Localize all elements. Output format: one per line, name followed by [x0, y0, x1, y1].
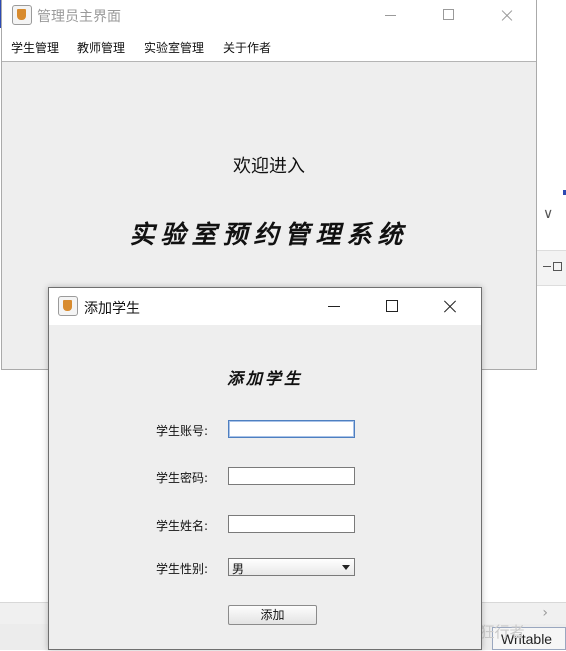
menu-about-author[interactable]: 关于作者 — [223, 39, 271, 56]
student-account-input[interactable] — [228, 420, 355, 438]
menu-teacher-management[interactable]: 教师管理 — [77, 39, 125, 56]
ide-background-panel: ∨ — [537, 0, 566, 650]
maximize-icon[interactable] — [363, 288, 421, 325]
add-student-button[interactable]: 添加 — [228, 605, 317, 625]
welcome-text: 欢迎进入 — [233, 156, 305, 177]
gender-selected-value: 男 — [232, 562, 245, 576]
close-icon[interactable] — [484, 0, 530, 31]
add-student-dialog: 添加学生 添加学生 学生账号: 学生密码: 学生姓名: 学生性别: 男 添加 — [48, 287, 482, 650]
dropdown-arrow-icon[interactable] — [342, 565, 350, 570]
student-name-input[interactable] — [228, 515, 355, 533]
minimize-view-icon[interactable] — [543, 266, 551, 267]
account-label: 学生账号: — [156, 424, 209, 438]
student-password-input[interactable] — [228, 467, 355, 485]
gender-label: 学生性别: — [156, 562, 209, 576]
gender-select[interactable]: 男 — [228, 558, 355, 576]
minimize-icon[interactable] — [305, 288, 363, 325]
menu-lab-management[interactable]: 实验室管理 — [144, 39, 204, 56]
ide-view-toolbar — [537, 250, 566, 286]
password-label: 学生密码: — [156, 471, 209, 485]
java-app-icon — [12, 5, 32, 25]
dialog-heading: 添加学生 — [226, 369, 303, 388]
close-icon[interactable] — [421, 288, 479, 325]
menu-student-management[interactable]: 学生管理 — [11, 39, 59, 56]
menu-bar: 学生管理 教师管理 实验室管理 关于作者 — [2, 31, 536, 62]
main-window-title: 管理员主界面 — [37, 9, 121, 25]
dialog-titlebar[interactable]: 添加学生 — [49, 288, 481, 325]
main-titlebar[interactable]: 管理员主界面 — [2, 0, 536, 31]
java-app-icon — [58, 296, 78, 316]
name-label: 学生姓名: — [156, 519, 209, 533]
maximize-icon[interactable] — [426, 0, 472, 31]
chevron-right-icon[interactable]: › — [542, 605, 548, 621]
dialog-title: 添加学生 — [84, 301, 140, 317]
maximize-view-icon[interactable] — [553, 262, 562, 271]
system-name-title: 实验室预约管理系统 — [129, 220, 409, 249]
minimize-icon[interactable] — [368, 0, 414, 31]
chevron-down-icon[interactable]: ∨ — [543, 206, 553, 222]
